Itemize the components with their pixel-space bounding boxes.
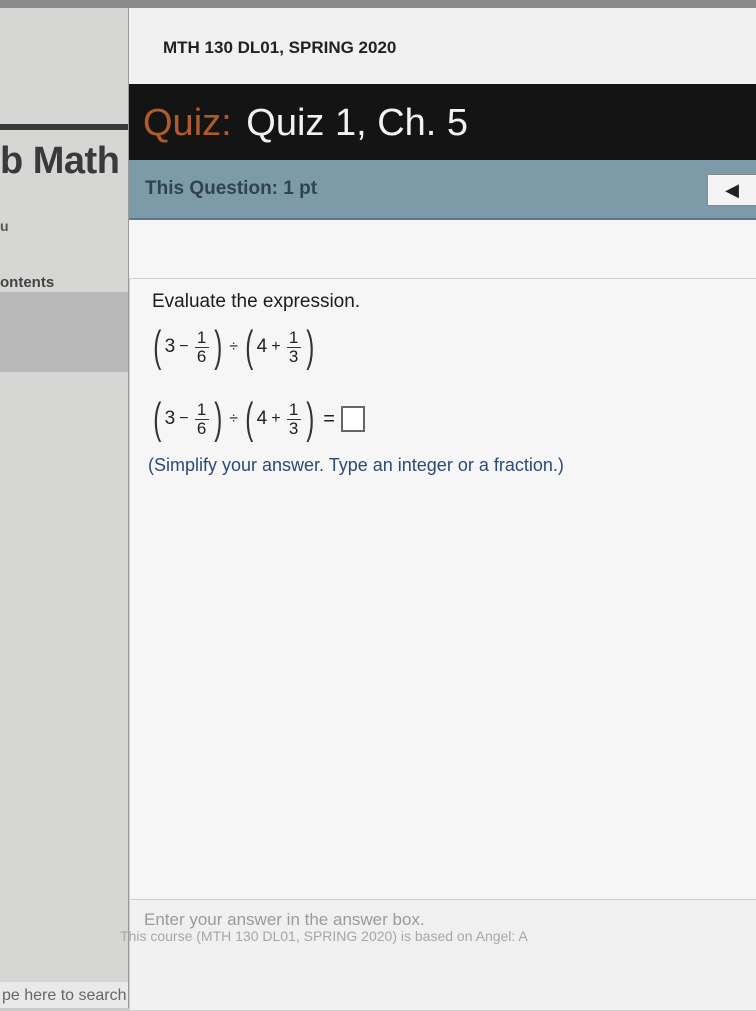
question-content: Evaluate the expression. ( 3 − 1 6 ) ÷ (… bbox=[129, 279, 756, 899]
background-nav-glyph: u bbox=[0, 218, 9, 234]
answer-instruction-area: Enter your answer in the answer box. bbox=[129, 899, 756, 1011]
course-footer: This course (MTH 130 DL01, SPRING 2020) … bbox=[120, 928, 528, 944]
course-title: MTH 130 DL01, SPRING 2020 bbox=[163, 38, 397, 57]
operator-divide: ÷ bbox=[229, 410, 239, 427]
background-side-panel bbox=[0, 292, 128, 372]
quiz-window: MTH 130 DL01, SPRING 2020 Quiz: Quiz 1, … bbox=[128, 8, 756, 1011]
operator-divide: ÷ bbox=[229, 338, 239, 355]
answer-expression: ( 3 − 1 6 ) ÷ ( 4 + 1 3 ) = bbox=[150, 397, 365, 441]
chevron-left-icon: ◀ bbox=[725, 179, 739, 200]
fraction-denominator: 6 bbox=[196, 346, 207, 366]
left-paren: ( bbox=[153, 394, 162, 443]
term-b: 4 bbox=[256, 336, 268, 357]
fraction-one-sixth: 1 6 bbox=[194, 327, 209, 366]
equals-sign: = bbox=[323, 407, 335, 430]
quiz-label: Quiz: Quiz 1, Ch. 5 bbox=[143, 102, 468, 145]
operator-minus: − bbox=[179, 410, 189, 427]
fraction-one-third: 1 3 bbox=[286, 327, 301, 366]
fraction-one-sixth: 1 6 bbox=[194, 399, 209, 438]
question-prompt: Evaluate the expression. bbox=[152, 291, 361, 312]
browser-top-bar bbox=[0, 0, 756, 8]
question-points-label: This Question: 1 pt bbox=[145, 178, 318, 199]
quiz-name: Quiz 1, Ch. 5 bbox=[246, 102, 469, 144]
right-paren: ) bbox=[213, 322, 222, 371]
answer-instruction: Enter your answer in the answer box. bbox=[144, 910, 425, 929]
background-divider bbox=[0, 124, 128, 130]
quiz-title-bar: Quiz: Quiz 1, Ch. 5 bbox=[129, 84, 756, 160]
left-paren: ( bbox=[153, 322, 162, 371]
right-paren: ) bbox=[305, 322, 314, 371]
question-spacer bbox=[129, 220, 756, 279]
fraction-numerator: 1 bbox=[288, 327, 299, 347]
fraction-denominator: 3 bbox=[288, 346, 299, 366]
left-paren: ( bbox=[245, 394, 254, 443]
fraction-denominator: 3 bbox=[288, 418, 299, 438]
quiz-label-text: Quiz: bbox=[143, 102, 232, 144]
question-bar: This Question: 1 pt ◀ bbox=[129, 160, 756, 220]
left-paren: ( bbox=[245, 322, 254, 371]
fraction-denominator: 6 bbox=[196, 418, 207, 438]
term-a: 3 bbox=[164, 336, 176, 357]
background-contents-link[interactable]: ontents bbox=[0, 274, 54, 291]
previous-question-button[interactable]: ◀ bbox=[707, 174, 756, 206]
expression-display: ( 3 − 1 6 ) ÷ ( 4 + 1 3 ) bbox=[150, 325, 317, 369]
fraction-numerator: 1 bbox=[196, 327, 207, 347]
course-header: MTH 130 DL01, SPRING 2020 bbox=[129, 8, 756, 84]
right-paren: ) bbox=[305, 394, 314, 443]
right-paren: ) bbox=[213, 394, 222, 443]
fraction-numerator: 1 bbox=[288, 399, 299, 419]
fraction-numerator: 1 bbox=[196, 399, 207, 419]
operator-plus: + bbox=[271, 410, 281, 427]
fraction-one-third: 1 3 bbox=[286, 399, 301, 438]
operator-minus: − bbox=[179, 338, 189, 355]
term-a: 3 bbox=[164, 408, 176, 429]
background-app-title: b Math bbox=[0, 140, 120, 182]
answer-input-box[interactable] bbox=[340, 406, 365, 432]
operator-plus: + bbox=[271, 338, 281, 355]
term-b: 4 bbox=[256, 408, 268, 429]
answer-hint: (Simplify your answer. Type an integer o… bbox=[148, 455, 564, 475]
